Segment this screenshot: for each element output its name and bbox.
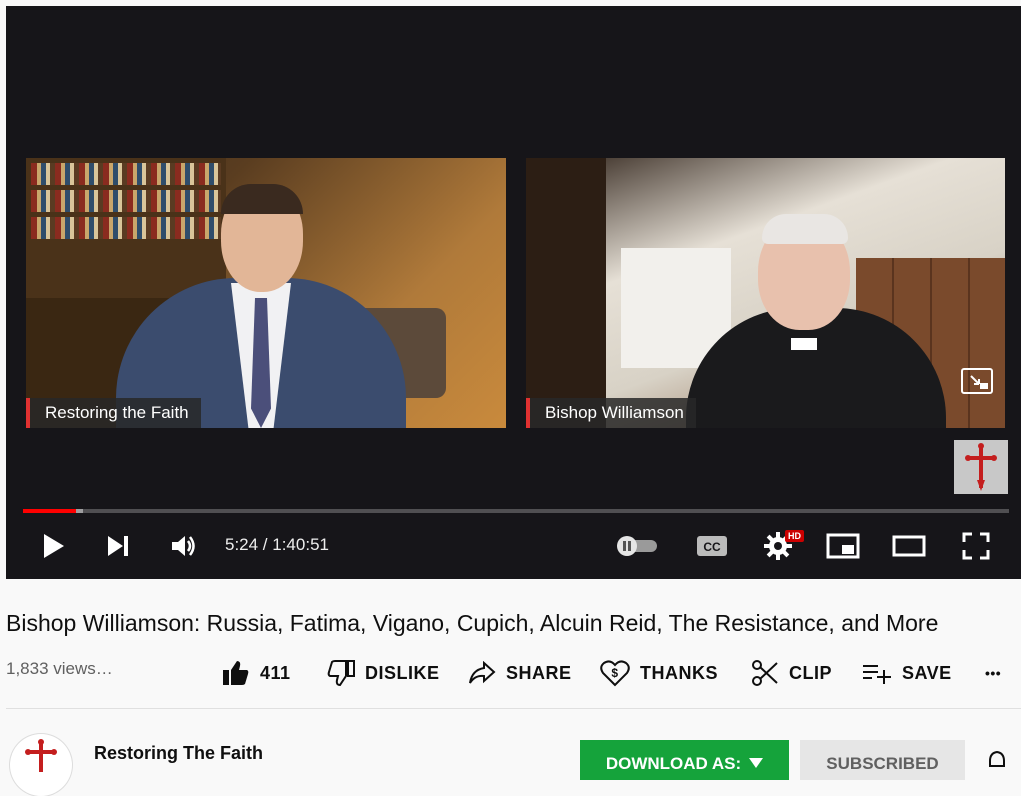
- more-dots-icon: •••: [985, 665, 1002, 681]
- autoplay-toggle-icon: [617, 536, 657, 556]
- theater-icon: [892, 535, 926, 557]
- like-button[interactable]: 411: [222, 655, 291, 691]
- clip-label: CLIP: [789, 662, 833, 683]
- section-divider: [6, 708, 1021, 709]
- volume-button[interactable]: [164, 526, 204, 566]
- books: [31, 190, 221, 212]
- cross-logo-icon: [25, 739, 57, 772]
- more-actions-button[interactable]: •••: [985, 655, 1001, 691]
- clerical-collar: [791, 338, 817, 350]
- channel-avatar[interactable]: [10, 734, 72, 796]
- save-button[interactable]: SAVE: [862, 655, 952, 691]
- books: [31, 163, 221, 185]
- svg-text:$: $: [611, 666, 618, 680]
- like-count: 411: [260, 662, 291, 683]
- captions-button[interactable]: CC: [692, 526, 732, 566]
- view-count[interactable]: 1,833 views…: [6, 659, 113, 679]
- hair: [221, 184, 303, 214]
- download-label: DOWNLOAD AS:: [605, 754, 742, 773]
- scissors-icon: [752, 660, 778, 686]
- thanks-label: THANKS: [640, 662, 718, 683]
- save-label: SAVE: [902, 662, 952, 683]
- buffered-bar: [76, 509, 84, 513]
- notification-bell-button[interactable]: [985, 750, 1009, 775]
- play-icon: [44, 534, 64, 558]
- progress-bar[interactable]: [23, 509, 1009, 513]
- thanks-button[interactable]: $ THANKS: [600, 655, 718, 691]
- next-icon: [108, 536, 128, 556]
- participant-name-tag: Bishop Williamson: [526, 398, 696, 428]
- heart-dollar-icon: $: [600, 660, 630, 687]
- volume-icon: [172, 536, 195, 556]
- settings-button[interactable]: HD: [758, 526, 804, 566]
- theater-mode-button[interactable]: [889, 526, 929, 566]
- fullscreen-button[interactable]: [956, 526, 996, 566]
- bell-icon: [989, 750, 1005, 767]
- participant-name-tag: Restoring the Faith: [26, 398, 201, 428]
- share-label: SHARE: [506, 662, 572, 683]
- video-title: Bishop Williamson: Russia, Fatima, Vigan…: [6, 610, 939, 636]
- channel-watermark[interactable]: [954, 440, 1008, 494]
- participant-tile-bishop-williamson: Bishop Williamson: [526, 158, 1005, 428]
- dislike-button[interactable]: DISLIKE: [327, 655, 440, 691]
- share-icon: [469, 661, 496, 684]
- play-button[interactable]: [34, 526, 74, 566]
- dropdown-triangle-icon: [749, 758, 764, 768]
- thumbs-up-icon: [223, 661, 249, 685]
- subscribed-button[interactable]: SUBSCRIBED: [800, 740, 965, 780]
- captions-icon: CC: [697, 536, 727, 556]
- thumbs-down-icon: [327, 660, 355, 686]
- channel-name[interactable]: Restoring The Faith: [94, 743, 263, 764]
- download-button[interactable]: DOWNLOAD AS:: [580, 740, 789, 780]
- clip-button[interactable]: CLIP: [751, 655, 832, 691]
- miniplayer-button[interactable]: [823, 526, 863, 566]
- svg-text:CC: CC: [703, 540, 721, 554]
- miniplayer-icon: [826, 533, 860, 559]
- participant-tile-restoring-the-faith: Restoring the Faith: [26, 158, 506, 428]
- fullscreen-icon: [962, 532, 990, 560]
- video-player[interactable]: Restoring the Faith Bishop Williamson 5:…: [6, 6, 1021, 579]
- dislike-label: DISLIKE: [365, 662, 440, 683]
- played-bar: [23, 509, 77, 513]
- hd-badge: HD: [785, 530, 804, 542]
- playlist-add-icon: [863, 665, 891, 684]
- time-display: 5:24 / 1:40:51: [225, 535, 329, 554]
- books: [31, 217, 221, 239]
- share-button[interactable]: SHARE: [468, 655, 572, 691]
- dark-cabinet: [526, 158, 606, 428]
- next-button[interactable]: [98, 526, 138, 566]
- autoplay-toggle[interactable]: [613, 526, 663, 566]
- cross-logo-icon: [965, 443, 997, 491]
- screen-share-icon[interactable]: [961, 368, 993, 394]
- hair: [762, 214, 848, 244]
